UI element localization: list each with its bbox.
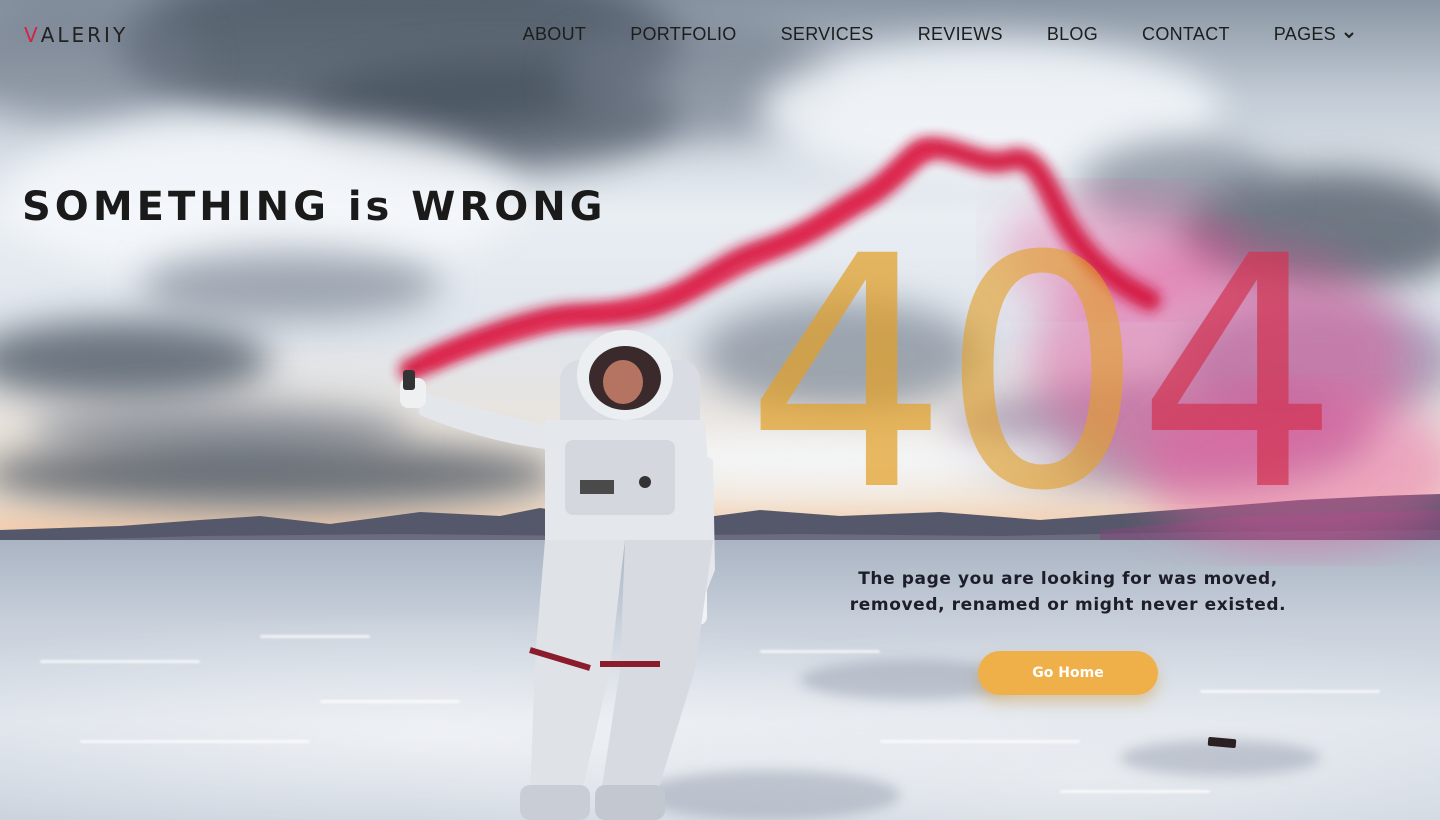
brand-logo[interactable]: V ALERIY [24, 22, 128, 48]
nav-item-label: CONTACT [1142, 24, 1230, 44]
error-code-404: 4 0 4 [745, 215, 1405, 535]
nav-item-reviews[interactable]: REVIEWS [896, 22, 1025, 47]
background-scene: 4 0 4 [0, 0, 1440, 820]
nav-item-portfolio[interactable]: PORTFOLIO [608, 22, 758, 47]
error-digit: 0 [940, 189, 1145, 561]
nav-item-blog[interactable]: BLOG [1025, 22, 1120, 47]
logo-initial: V [24, 23, 41, 47]
chevron-down-icon [1344, 31, 1354, 38]
go-home-button[interactable]: Go Home [978, 651, 1158, 695]
nav-item-label: REVIEWS [917, 24, 1003, 44]
nav-item-label: BLOG [1046, 24, 1099, 44]
error-message: The page you are looking for was moved, … [849, 569, 1287, 615]
nav-item-label: PORTFOLIO [630, 24, 737, 44]
nav-item-label: ABOUT [522, 24, 587, 44]
astronaut-figure [400, 330, 715, 820]
nav-item-services[interactable]: SERVICES [759, 22, 896, 47]
nav-item-contact[interactable]: CONTACT [1120, 22, 1252, 47]
logo-text: ALERIY [40, 23, 129, 47]
error-digit: 4 [745, 189, 949, 561]
error-digit: 4 [1136, 189, 1340, 561]
nav-item-about[interactable]: ABOUT [501, 22, 609, 47]
nav-item-label: PAGES [1273, 24, 1336, 44]
main-nav: ABOUT PORTFOLIO SERVICES REVIEWS BLOG CO… [501, 22, 1376, 47]
page-headline: SOMETHING is WRONG [22, 184, 607, 230]
nav-item-pages[interactable]: PAGES [1252, 22, 1376, 47]
nav-item-label: SERVICES [780, 24, 874, 44]
